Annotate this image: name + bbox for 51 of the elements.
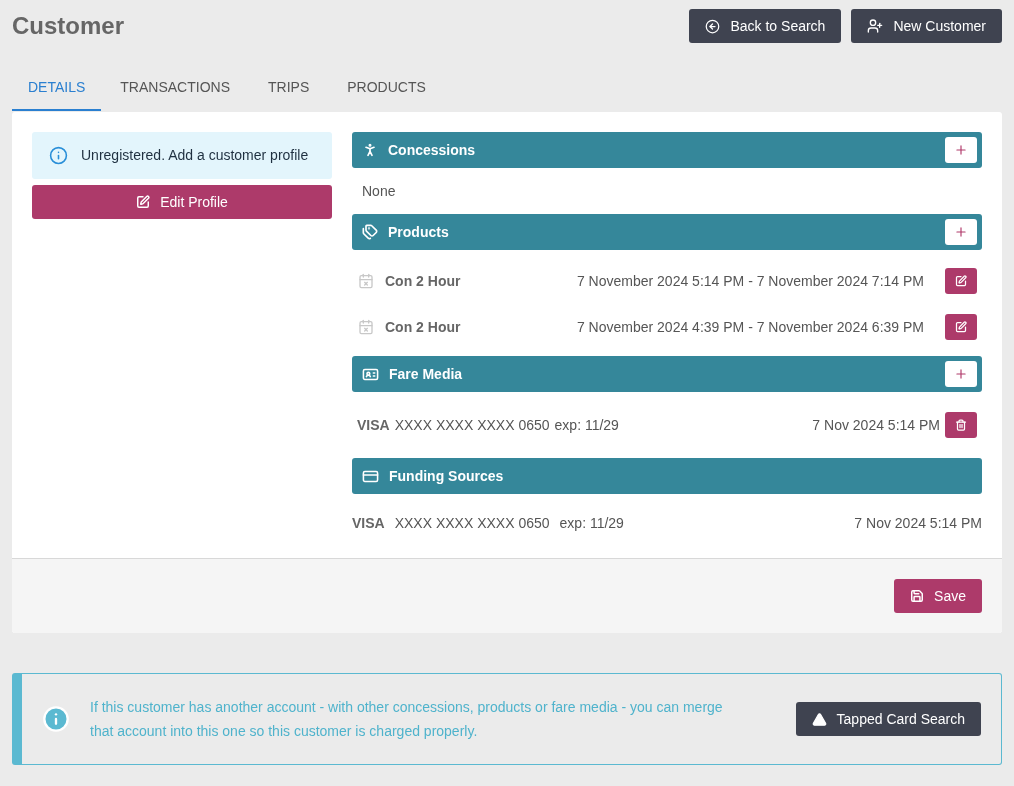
product-period: 7 November 2024 5:14 PM - 7 November 2024 7:14 PM [576, 271, 924, 291]
warning-icon [811, 711, 827, 727]
back-button[interactable]: Back to Search [689, 9, 842, 43]
product-name: Con 2 Hour [385, 271, 461, 291]
edit-icon [955, 321, 967, 333]
info-icon [42, 705, 70, 733]
tab[interactable]: TRANSACTIONS [103, 65, 247, 111]
person-icon [362, 142, 378, 158]
product-period: 7 November 2024 4:39 PM - 7 November 2024 6:39 PM [576, 317, 924, 337]
trash-icon [955, 419, 967, 431]
add-button[interactable] [945, 361, 977, 387]
tab[interactable]: TRIPS [251, 65, 327, 111]
info-icon [49, 146, 68, 165]
card-number: XXXX XXXX XXXX 0650 [394, 415, 550, 435]
edit-icon [136, 195, 151, 209]
user-plus-icon [867, 18, 884, 34]
notice-text: Unregistered. Add a customer profile [81, 146, 309, 165]
calendar-x-icon [358, 273, 374, 289]
plus-icon [954, 225, 968, 239]
section-title: Concessions [388, 140, 476, 160]
product-name: Con 2 Hour [385, 317, 461, 337]
tab[interactable]: PRODUCTS [330, 65, 443, 111]
card-brand: VISA [352, 513, 385, 533]
edit-button[interactable] [945, 268, 977, 294]
empty-text: None [362, 183, 396, 199]
save-icon [910, 589, 925, 603]
card-expiry: exp: 11/29 [559, 513, 624, 533]
section-title: Fare Media [389, 364, 463, 384]
tags-icon [362, 224, 378, 240]
plus-icon [954, 143, 968, 157]
add-button[interactable] [945, 137, 977, 163]
card-number: XXXX XXXX XXXX 0650 [394, 513, 550, 533]
card-brand: VISA [357, 415, 390, 435]
section-title: Funding Sources [389, 466, 504, 486]
card-expiry: exp: 11/29 [554, 415, 619, 435]
merge-text: If this customer has another account - with other concessions, products or fare media - you can merge that account into this one so this customer is charged properly. [90, 698, 724, 741]
add-button[interactable] [945, 219, 977, 245]
card-date: 7 Nov 2024 5:14 PM [854, 513, 982, 533]
arrow-left-icon [705, 18, 721, 34]
save-button[interactable]: Save [894, 579, 982, 613]
plus-icon [954, 367, 968, 381]
edit-button[interactable] [945, 314, 977, 340]
edit-profile-button[interactable]: Edit Profile [32, 185, 332, 219]
new-customer-button[interactable]: New Customer [851, 9, 1002, 43]
page-title: Customer [12, 11, 125, 41]
edit-icon [955, 275, 967, 287]
tapped-card-search-button[interactable]: Tapped Card Search [795, 702, 981, 736]
card-date: 7 Nov 2024 5:14 PM [812, 415, 940, 435]
section-title: Products [388, 222, 449, 242]
delete-button[interactable] [945, 412, 977, 438]
calendar-x-icon [358, 319, 374, 335]
